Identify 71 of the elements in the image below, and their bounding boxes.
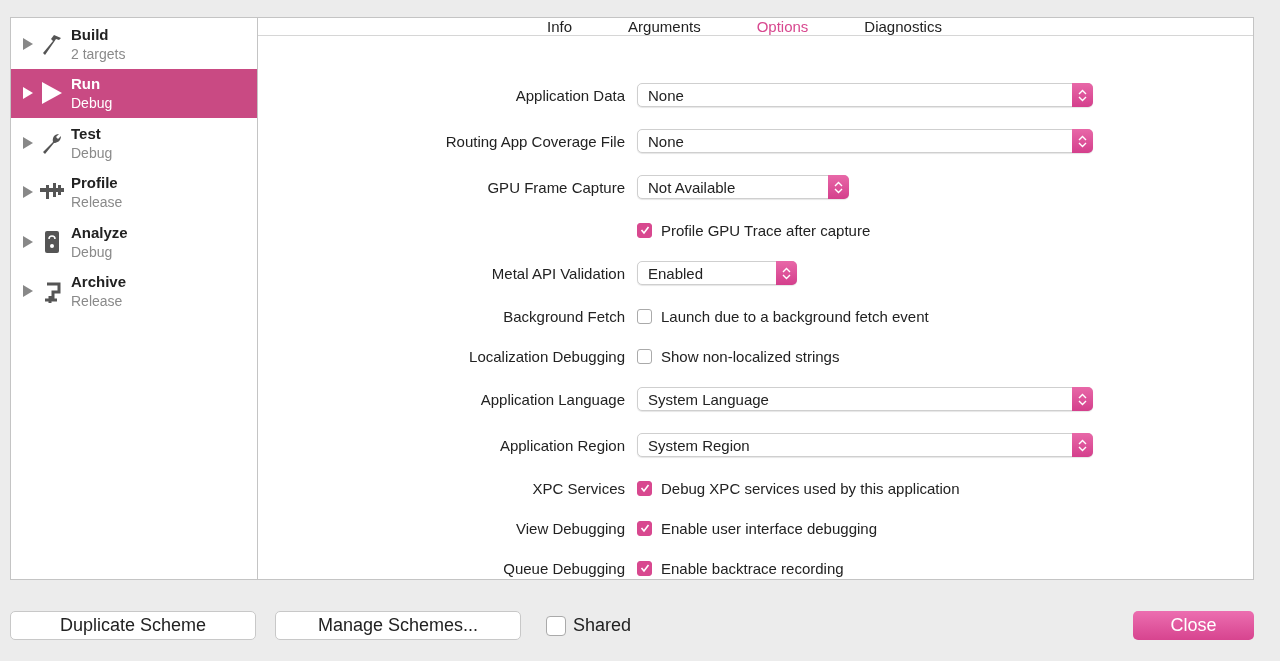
action-title: Test (71, 124, 102, 142)
checkbox[interactable] (637, 308, 652, 324)
setting-label: Metal API Validation (491, 264, 625, 282)
checkbox[interactable] (637, 560, 652, 576)
action-title: Analyze (71, 223, 128, 241)
checkbox-label[interactable]: Launch due to a background fetch event (661, 307, 929, 325)
popup-button[interactable]: System Region (637, 433, 1093, 457)
action-subtitle: 2 targets (71, 45, 126, 62)
tab[interactable]: Diagnostics (836, 18, 970, 35)
checkbox-label[interactable]: Debug XPC services used by this application (661, 479, 960, 497)
checkbox[interactable] (637, 348, 652, 364)
chevron-up-down-icon (1078, 88, 1087, 102)
action-subtitle: Debug (71, 243, 114, 260)
disclosure-triangle-icon[interactable] (23, 37, 33, 50)
shared-checkbox[interactable] (546, 615, 566, 636)
shared-label[interactable]: Shared (573, 615, 632, 636)
setting-label: Routing App Coverage File (445, 132, 625, 150)
setting-label: XPC Services (532, 479, 625, 497)
setting-label: Application Data (515, 86, 625, 104)
tab[interactable]: Info (519, 18, 601, 35)
setting-label: Application Language (480, 390, 625, 408)
setting-label: Application Region (499, 436, 625, 454)
checkbox[interactable] (637, 480, 652, 496)
chevron-up-down-icon (1078, 134, 1087, 148)
scheme-action-item[interactable]: Build 2 targets (11, 19, 257, 69)
setting-label: Localization Debugging (469, 347, 625, 365)
setting-label: Background Fetch (503, 307, 625, 325)
popup-button[interactable]: Not Available (637, 175, 849, 199)
scheme-action-item[interactable]: Analyze Debug (11, 217, 257, 267)
action-title: Build (71, 25, 110, 43)
scheme-action-item[interactable]: Test Debug (11, 118, 257, 168)
checkmark-icon (639, 225, 650, 235)
checkmark-icon (639, 483, 650, 493)
scheme-action-item[interactable]: Run Debug (11, 68, 257, 118)
action-subtitle: Release (71, 194, 123, 211)
chevron-up-down-icon (1078, 438, 1087, 452)
popup-button[interactable]: Enabled (637, 261, 797, 285)
popup-button[interactable]: None (637, 129, 1093, 153)
action-title: Run (71, 75, 102, 93)
tab[interactable]: Options (728, 18, 837, 35)
setting-label: Queue Debugging (503, 559, 625, 577)
setting-label: View Debugging (516, 519, 625, 537)
duplicate-scheme-button[interactable]: Duplicate Scheme (10, 611, 256, 640)
chevron-up-down-icon (834, 180, 843, 194)
disclosure-triangle-icon[interactable] (23, 235, 33, 248)
action-subtitle: Release (71, 293, 124, 310)
checkmark-icon (639, 563, 650, 573)
popup-button[interactable]: System Language (637, 387, 1093, 411)
popup-button[interactable]: None (637, 83, 1093, 107)
checkbox[interactable] (637, 222, 652, 238)
disclosure-triangle-icon[interactable] (23, 136, 33, 149)
action-title: Profile (71, 174, 119, 192)
action-subtitle: Debug (71, 144, 113, 161)
disclosure-triangle-icon[interactable] (23, 285, 33, 298)
scheme-action-item[interactable]: Profile Release (11, 167, 257, 217)
action-title: Archive (71, 273, 127, 291)
scheme-action-item[interactable]: Archive Release (11, 266, 257, 316)
disclosure-triangle-icon[interactable] (23, 87, 33, 100)
checkbox-label[interactable]: Enable backtrace recording (661, 559, 844, 577)
checkbox[interactable] (637, 520, 652, 536)
checkbox-label[interactable]: Show non-localized strings (661, 347, 840, 365)
chevron-up-down-icon (1078, 392, 1087, 406)
checkbox-label[interactable]: Profile GPU Trace after capture (661, 221, 871, 239)
action-subtitle: Debug (71, 95, 113, 112)
disclosure-triangle-icon[interactable] (23, 186, 33, 199)
checkmark-icon (639, 523, 650, 533)
setting-label: GPU Frame Capture (487, 178, 625, 196)
tab[interactable]: Arguments (600, 18, 729, 35)
checkbox-label[interactable]: Enable user interface debugging (661, 519, 877, 537)
chevron-up-down-icon (782, 266, 791, 280)
manage-schemes-button[interactable]: Manage Schemes... (275, 611, 521, 640)
